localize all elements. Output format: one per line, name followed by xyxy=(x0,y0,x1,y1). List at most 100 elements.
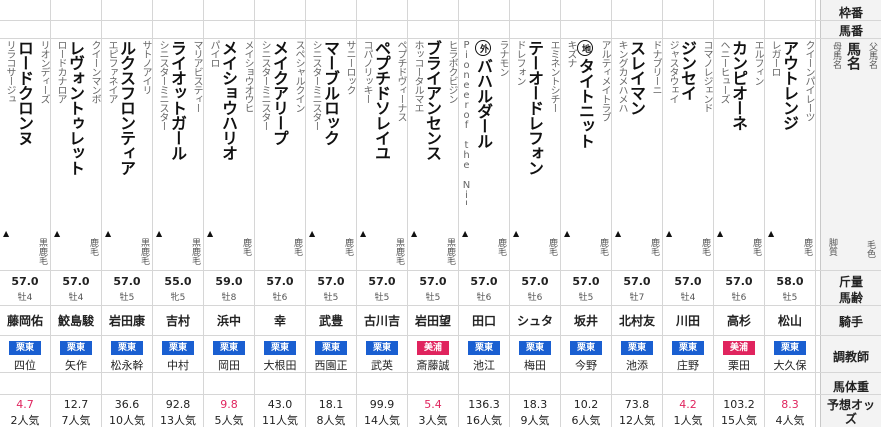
trainer-name[interactable]: 大根田 xyxy=(255,357,305,373)
horse-name-label: マーブルロック xyxy=(321,40,340,145)
predicted-odds: 4.2 xyxy=(679,398,697,411)
horse-name-label: ブライアンセンス xyxy=(423,40,442,160)
dam-name: シニスターミニスター xyxy=(157,40,168,130)
horse-column[interactable]: ラナモン 外バハルダール Pioneerof the Nile ▲ 鹿毛 57.0 牡6 田口… xyxy=(459,0,510,427)
umaban-cell xyxy=(306,20,356,38)
umaban-header: 馬番 xyxy=(838,24,863,38)
jockey-name[interactable]: 坂井 xyxy=(561,312,611,329)
stable-badge: 栗東 xyxy=(621,341,653,355)
umaban-cell xyxy=(561,20,611,38)
horse-name-label: レヴォントゥレット xyxy=(66,40,85,175)
predicted-odds: 43.0 xyxy=(267,398,293,411)
horse-origin-badge: 外 xyxy=(475,40,491,56)
horse-origin-badge: 地 xyxy=(577,40,593,56)
horse-name-label: テーオードレフォン xyxy=(525,40,544,175)
horse-name-label: ロードクロンヌ xyxy=(15,40,34,145)
jockey-name[interactable]: 北村友 xyxy=(612,312,662,329)
stable-badge: 栗東 xyxy=(9,341,41,355)
popularity-rank: 1人気 xyxy=(673,414,703,427)
carried-weight: 55.0 xyxy=(164,275,192,288)
trainer-name[interactable]: 四位 xyxy=(0,357,50,373)
jockey-name[interactable]: シュタ xyxy=(510,312,560,329)
jockey-name[interactable]: 田口 xyxy=(459,312,509,329)
horse-column[interactable]: ペプチドヴィーナス ペプチドソレイユ コパノリッキー ▲ 黒鹿毛 57.0 牡5 古川吉 栗東武… xyxy=(357,0,408,427)
coat-color: 鹿毛 xyxy=(241,238,251,256)
carried-weight: 57.0 xyxy=(266,275,294,288)
trainer-name[interactable]: 斎藤誠 xyxy=(408,357,458,373)
sire-name: サトノアイリ xyxy=(140,40,151,94)
trainer-name[interactable]: 矢作 xyxy=(51,357,101,373)
predicted-odds: 99.9 xyxy=(369,398,395,411)
jockey-name[interactable]: 鮫島駿 xyxy=(51,312,101,329)
horse-column[interactable]: エルフィン カンピオーネ ヘニーヒューズ ▲ 鹿毛 57.0 牡6 高杉 美浦 栗田 103.2 15… xyxy=(714,0,765,427)
jockey-name[interactable]: 古川吉 xyxy=(357,312,407,329)
trainer-name[interactable]: 西園正 xyxy=(306,357,356,373)
carried-weight: 58.0 xyxy=(776,275,804,288)
trainer-name[interactable]: 庄野 xyxy=(663,357,713,373)
horse-column[interactable]: サニーロック マーブルロック シニスターミニスター ▲ 鹿毛 57.0 牡5 武豊 栗東 西園正 1… xyxy=(306,0,357,427)
dam-name: ロードカナロア xyxy=(55,40,66,103)
umaban-cell xyxy=(459,20,509,38)
jockey-name[interactable]: 吉村 xyxy=(153,312,203,329)
umaban-cell xyxy=(255,20,305,38)
popularity-rank: 8人気 xyxy=(316,414,346,427)
predicted-odds: 9.8 xyxy=(220,398,238,411)
jockey-name[interactable]: 高杉 xyxy=(714,312,764,329)
trainer-name[interactable]: 岡田 xyxy=(204,357,254,373)
horse-column[interactable]: サトノアイリ ルクスフロンティア エピファネイア ▲ 黒鹿毛 57.0 牡5 岩田康 栗東 松永幹… xyxy=(102,0,153,427)
trainer-name[interactable]: 今野 xyxy=(561,357,611,373)
trainer-name[interactable]: 中村 xyxy=(153,357,203,373)
horse-column[interactable]: コマノレジェンド ジンセイ ジャスタウェイ ▲ 鹿毛 57.0 牡4 川田 栗東 庄野 4.2 1人気 xyxy=(663,0,714,427)
jockey-name[interactable]: 幸 xyxy=(255,312,305,329)
horse-column[interactable]: メイショウオウヒ メイショウハリオ パイロ ▲ 鹿毛 59.0 牡8 浜中 栗東 岡田 9.8 5人気 xyxy=(204,0,255,427)
sire-name: サニーロック xyxy=(344,40,355,94)
umaban-cell xyxy=(408,20,458,38)
trainer-name[interactable]: 池添 xyxy=(612,357,662,373)
horse-column[interactable]: クイーンマンボ レヴォントゥレット ロードカナロア ▲ 鹿毛 57.0 牡4 鮫島駿 栗東 矢作 1… xyxy=(51,0,102,427)
horse-column[interactable]: エミネントシチー テーオードレフォン ドレフォン ▲ 鹿毛 57.0 牡6 シュタ 栗東 梅田 18… xyxy=(510,0,561,427)
running-style-mark: ▲ xyxy=(615,229,622,238)
horse-name[interactable]: 外バハルダール xyxy=(471,40,495,215)
popularity-rank: 6人気 xyxy=(571,414,601,427)
stable-badge: 栗東 xyxy=(672,341,704,355)
horse-column[interactable]: ヒラボクビジン ブライアンセンス ホッコータルマエ ▲ 黒鹿毛 57.0 牡5 岩田望 美浦 斎藤… xyxy=(408,0,459,427)
dam-name: ホッコータルマエ xyxy=(412,40,423,112)
waku-cell xyxy=(255,0,305,20)
horse-column[interactable]: アルティメイトラブ 地タイトニット キズナ ▲ 鹿毛 57.0 牡5 坂井 栗東 今野 10.2 6人… xyxy=(561,0,612,427)
coat-color: 鹿毛 xyxy=(751,238,761,256)
carried-weight: 57.0 xyxy=(419,275,447,288)
jockey-name[interactable]: 岩田望 xyxy=(408,312,458,329)
waku-cell xyxy=(0,0,50,20)
jockey-name[interactable]: 藤岡佑 xyxy=(0,312,50,329)
sire-name: クイーンマンボ xyxy=(89,40,100,103)
mark-header: 脚質 xyxy=(827,238,837,256)
jockey-name[interactable]: 松山 xyxy=(765,312,815,329)
trainer-name[interactable]: 武英 xyxy=(357,357,407,373)
dam-name: レガーロ xyxy=(769,40,780,76)
horse-column[interactable]: スペシャルクイン メイクアリープ シニスターミニスター 鹿毛 57.0 牡6 幸栗東 大根田 4… xyxy=(255,0,306,427)
coat-color: 鹿毛 xyxy=(802,238,812,256)
horse-column[interactable]: クイーンパイレーツ アウトレンジ レガーロ ▲ 鹿毛 58.0 牡5 松山 栗東 大久保 8.3 4人… xyxy=(765,0,816,427)
stable-badge: 美浦 xyxy=(417,341,449,355)
jockey-name[interactable]: 川田 xyxy=(663,312,713,329)
sex-age: 牡8 xyxy=(221,293,237,303)
jockey-name[interactable]: 岩田康 xyxy=(102,312,152,329)
coat-color: 黒鹿毛 xyxy=(37,238,47,265)
waku-cell xyxy=(510,0,560,20)
coat-color: 鹿毛 xyxy=(700,238,710,256)
horse-column[interactable]: マリアビスティー ライオットガール シニスターミニスター ▲ 黒鹿毛 55.0 牝5 吉村 栗東… xyxy=(153,0,204,427)
trainer-name[interactable]: 栗田 xyxy=(714,357,764,373)
horse-column[interactable]: ドナブリーニ スレイマン キングカメハメハ ▲ 鹿毛 57.0 牡7 北村友 栗東 池添 73.8 1… xyxy=(612,0,663,427)
jockey-name[interactable]: 浜中 xyxy=(204,312,254,329)
trainer-name[interactable]: 池江 xyxy=(459,357,509,373)
running-style-mark: ▲ xyxy=(309,229,316,238)
weight-header: 斤量 xyxy=(838,275,863,289)
horse-column[interactable]: リオンディーズ ロードクロンヌ リラコサージュ ▲ 黒鹿毛 57.0 牡4 藤岡佑 栗東 四位 4.… xyxy=(0,0,51,427)
jockey-name[interactable]: 武豊 xyxy=(306,312,356,329)
trainer-name[interactable]: 大久保 xyxy=(765,357,815,373)
coat-color: 鹿毛 xyxy=(649,238,659,256)
trainer-name[interactable]: 松永幹 xyxy=(102,357,152,373)
sex-age: 牡6 xyxy=(272,293,288,303)
dam-name: キングカメハメハ xyxy=(616,40,627,112)
trainer-name[interactable]: 梅田 xyxy=(510,357,560,373)
